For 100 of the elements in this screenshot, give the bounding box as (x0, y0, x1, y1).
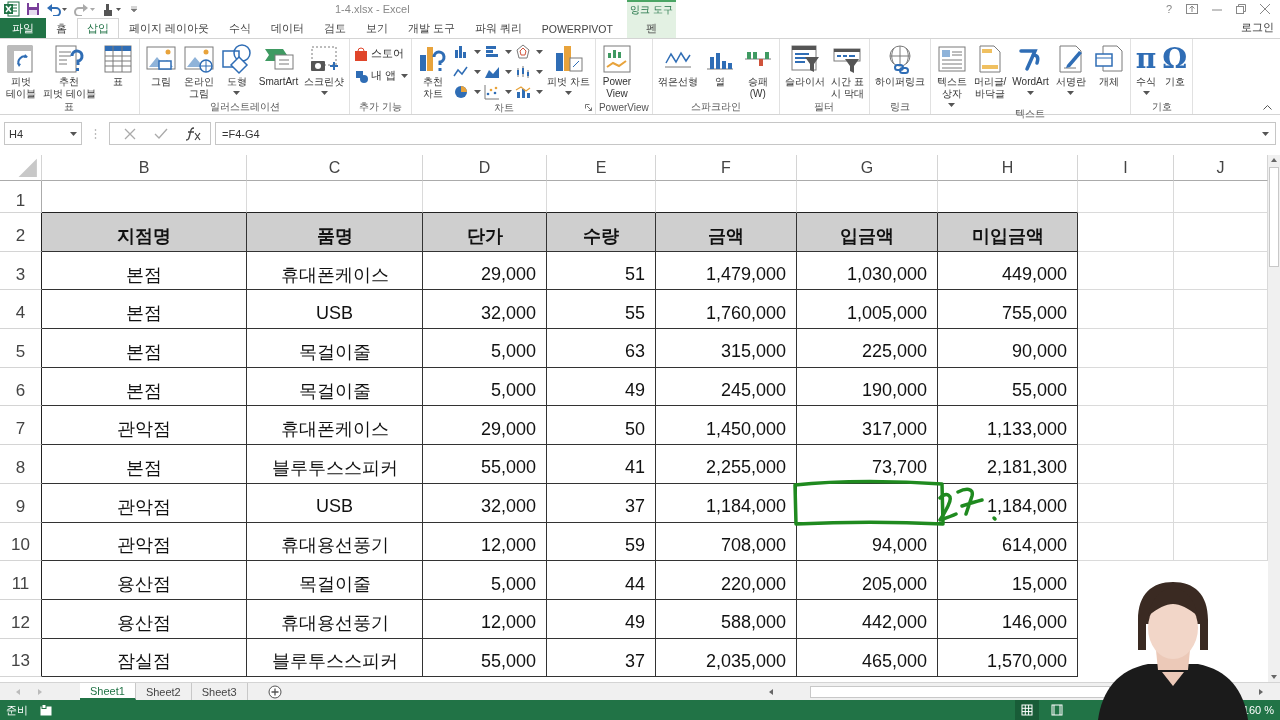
save-icon[interactable] (26, 2, 40, 16)
ribbon-tab[interactable]: 검토 (313, 18, 356, 38)
table-cell[interactable]: 315,000 (656, 329, 797, 368)
table-cell[interactable]: 225,000 (797, 329, 938, 368)
table-cell[interactable]: 본점 (42, 329, 247, 368)
ribbon-button[interactable]: 피벗 테이블 (3, 41, 39, 100)
row-header[interactable]: 8 (0, 445, 42, 484)
restore-icon[interactable] (1236, 4, 1246, 14)
table-cell[interactable]: 90,000 (938, 329, 1078, 368)
table-cell[interactable]: 휴대용선풍기 (247, 522, 423, 562)
table-cell[interactable]: 관악점 (42, 522, 247, 562)
column-heading[interactable]: 수량 (547, 213, 656, 252)
row-header[interactable]: 13 (0, 638, 42, 678)
table-cell[interactable]: 관악점 (42, 406, 247, 446)
table-cell[interactable]: 50 (547, 406, 656, 446)
ribbon-button[interactable] (515, 43, 544, 61)
ribbon-button[interactable]: 승패 (W) (739, 41, 776, 100)
ribbon-button[interactable]: 추천 차트 (415, 41, 452, 100)
ribbon-button[interactable]: 피벗 차트 (545, 41, 592, 95)
table-cell[interactable]: 1,184,000 (656, 483, 797, 523)
table-cell[interactable]: 목걸이줄 (247, 329, 423, 368)
table-cell[interactable]: 5,000 (423, 561, 547, 600)
redo-icon[interactable] (74, 2, 96, 16)
ribbon-button[interactable]: WordArt (1010, 41, 1051, 95)
grid-cell[interactable] (1078, 251, 1174, 291)
close-icon[interactable] (1260, 4, 1270, 14)
table-cell[interactable]: 59 (547, 522, 656, 562)
ribbon-tab[interactable]: 개발 도구 (397, 18, 465, 38)
ribbon-tab[interactable]: POWERPIVOT (531, 18, 623, 38)
normal-view-icon[interactable] (1014, 700, 1039, 720)
ribbon-button[interactable] (515, 63, 544, 81)
table-cell[interactable]: 5,000 (423, 329, 547, 368)
table-cell[interactable]: 55,000 (423, 445, 547, 484)
table-cell[interactable]: 1,184,000 (938, 483, 1078, 523)
table-cell[interactable]: 37 (547, 483, 656, 523)
table-cell[interactable]: 목걸이줄 (247, 367, 423, 407)
table-cell[interactable]: 용산점 (42, 599, 247, 639)
grid-cell[interactable] (1078, 213, 1174, 252)
table-cell[interactable]: 관악점 (42, 483, 247, 523)
sign-in-link[interactable]: 로그인 (1241, 21, 1280, 35)
table-cell[interactable]: 32,000 (423, 483, 547, 523)
ribbon-button[interactable]: 온라인 그림 (180, 41, 217, 100)
row-header[interactable]: 3 (0, 251, 42, 291)
table-cell[interactable]: 73,700 (797, 445, 938, 484)
table-cell[interactable]: USB (247, 483, 423, 523)
column-heading[interactable]: 금액 (656, 213, 797, 252)
scrollbar-thumb[interactable] (810, 685, 1110, 698)
insert-function-icon[interactable] (186, 126, 202, 141)
table-cell[interactable]: 49 (547, 599, 656, 639)
undo-icon[interactable] (46, 2, 68, 16)
table-cell[interactable]: 잠실점 (42, 638, 247, 678)
table-cell[interactable]: 2,035,000 (656, 638, 797, 678)
select-all-icon[interactable] (0, 155, 42, 181)
ribbon-button[interactable]: 표 (99, 41, 136, 88)
collapse-ribbon-icon[interactable] (1263, 104, 1272, 110)
touch-mode-icon[interactable] (102, 2, 124, 16)
ribbon-tab[interactable]: 펜 (626, 18, 676, 38)
column-header[interactable]: G (797, 155, 938, 181)
table-cell[interactable]: 본점 (42, 290, 247, 330)
ribbon-button[interactable] (453, 83, 482, 101)
table-cell[interactable]: 55 (547, 290, 656, 330)
name-box[interactable]: H4 (4, 122, 82, 145)
table-cell[interactable]: 44 (547, 561, 656, 600)
table-cell[interactable]: 본점 (42, 251, 247, 291)
grid-cell[interactable] (1078, 181, 1174, 213)
row-header[interactable]: 6 (0, 367, 42, 407)
ribbon-tab[interactable]: 수식 (218, 18, 261, 38)
table-cell[interactable]: 본점 (42, 367, 247, 407)
table-cell[interactable]: 755,000 (938, 290, 1078, 330)
ribbon-button[interactable]: 서명란 (1052, 41, 1089, 95)
table-cell[interactable]: 1,479,000 (656, 251, 797, 291)
table-cell[interactable]: 12,000 (423, 599, 547, 639)
ribbon-button[interactable]: 도형 (218, 41, 255, 95)
table-cell[interactable]: 146,000 (938, 599, 1078, 639)
table-cell[interactable]: 1,570,000 (938, 638, 1078, 678)
ribbon-tab[interactable]: 파워 쿼리 (464, 18, 532, 38)
table-cell[interactable]: 588,000 (656, 599, 797, 639)
grid-cell[interactable] (1078, 290, 1174, 330)
row-header[interactable]: 5 (0, 329, 42, 368)
table-cell[interactable]: 1,133,000 (938, 406, 1078, 446)
check-icon[interactable] (154, 127, 168, 140)
table-cell[interactable]: 614,000 (938, 522, 1078, 562)
column-heading[interactable]: 미입금액 (938, 213, 1078, 252)
column-heading[interactable]: 품명 (247, 213, 423, 252)
table-cell[interactable]: 29,000 (423, 406, 547, 446)
grid-cell[interactable] (1078, 367, 1174, 407)
column-header[interactable]: I (1078, 155, 1174, 181)
grid-cell[interactable] (1078, 445, 1174, 484)
table-cell[interactable]: 49 (547, 367, 656, 407)
ribbon-tab[interactable]: 보기 (355, 18, 398, 38)
ribbon-button[interactable] (484, 83, 513, 101)
table-cell[interactable]: 2,255,000 (656, 445, 797, 484)
column-heading[interactable]: 지점명 (42, 213, 247, 252)
customize-icon[interactable] (130, 5, 138, 13)
help-button[interactable]: ? (1165, 3, 1172, 15)
table-cell[interactable]: 목걸이줄 (247, 561, 423, 600)
ribbon-button[interactable] (453, 43, 482, 61)
row-header[interactable]: 11 (0, 561, 42, 600)
table-cell[interactable]: 용산점 (42, 561, 247, 600)
column-heading[interactable]: 입금액 (797, 213, 938, 252)
